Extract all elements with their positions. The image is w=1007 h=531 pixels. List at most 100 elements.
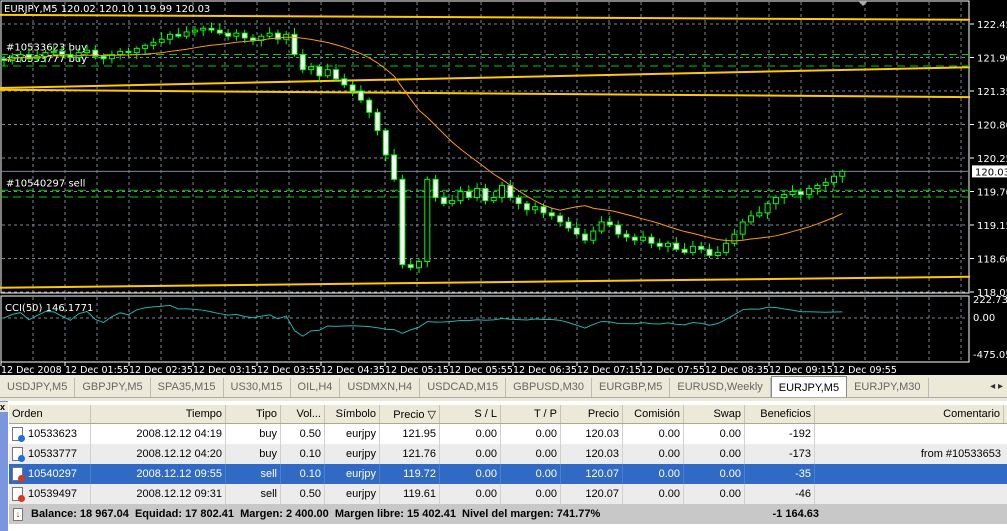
candle-body	[573, 227, 580, 235]
sell-order-icon	[12, 487, 25, 502]
price-tick-label: 119.15	[977, 221, 1007, 232]
column-header[interactable]: S / L	[440, 405, 501, 423]
candle-body	[117, 50, 124, 55]
tab-gbpjpy-m5[interactable]: GBPJPY,M5	[75, 378, 151, 397]
column-header[interactable]: Comisión	[623, 405, 684, 423]
candle-body	[59, 50, 66, 55]
candle-body	[324, 69, 331, 77]
price-chart[interactable]: 122.45 121.90 121.35 120.80 120.25 119.70 119.…	[0, 0, 1007, 375]
cell: 121.76	[380, 444, 440, 464]
candle-body	[797, 191, 804, 196]
cci-scale-label: 0.00	[973, 313, 995, 324]
trend-line	[0, 66, 971, 89]
column-header[interactable]: Tipo	[226, 405, 281, 423]
candle-body	[84, 49, 90, 54]
candle-body	[499, 184, 505, 199]
candle-body	[623, 233, 630, 238]
time-label: 12 Dec 03:15	[193, 365, 257, 375]
candle-body	[250, 37, 256, 41]
cell: -35	[745, 464, 815, 484]
tab-oil-h4[interactable]: OIL,H4	[291, 378, 341, 397]
order-row[interactable]: 10533777 2008.12.12 04:20 buy 0.10 eurjpy 121…	[9, 444, 1007, 464]
column-header[interactable]: Precio	[561, 405, 623, 423]
candle-body	[465, 191, 472, 199]
cell-value: eurjpy	[346, 488, 376, 500]
candle-body	[665, 242, 671, 247]
column-header[interactable]: Símbolo	[325, 405, 380, 423]
cell-value: 10533623	[28, 428, 77, 440]
cell-value: 119.61	[403, 488, 436, 500]
candle-body	[382, 130, 389, 156]
price-tick-label: 119.70	[977, 188, 1007, 199]
column-header[interactable]: Orden	[9, 405, 91, 423]
main-pane-border	[0, 0, 970, 294]
candle-body	[839, 170, 846, 177]
time-label: 12 Dec 08:35	[705, 365, 769, 375]
tab-us30-m15[interactable]: US30,M15	[224, 378, 291, 397]
column-header[interactable]: Tiempo	[91, 405, 226, 423]
tab-gbpusd-m30[interactable]: GBPUSD,M30	[506, 378, 593, 397]
order-row[interactable]: 10533623 2008.12.12 04:19 buy 0.50 eurjpy 121…	[9, 424, 1007, 444]
candle-body	[449, 200, 456, 205]
candle-body	[557, 215, 564, 223]
cell	[815, 464, 1004, 484]
tab-eurjpy-m5[interactable]: EURJPY,M5	[770, 376, 848, 397]
candle-body	[357, 90, 364, 101]
column-header[interactable]: T / P	[501, 405, 561, 423]
cell: 10539497	[9, 484, 91, 504]
tab-usdjpy-m5[interactable]: USDJPY,M5	[0, 378, 76, 397]
cell-value: buy	[259, 448, 277, 460]
candle-body	[756, 212, 763, 217]
cell: 0.00	[501, 444, 561, 464]
price-tick-label: 122.45	[977, 20, 1007, 31]
tab-eurjpy-m30[interactable]: EURJPY,M30	[847, 378, 929, 397]
tab-usdcad-m15[interactable]: USDCAD,M15	[420, 378, 507, 397]
column-header[interactable]: Comentario	[815, 405, 1004, 423]
candle-body	[333, 69, 339, 80]
buy-order-icon	[12, 447, 25, 462]
cell	[815, 484, 1004, 504]
time-label: 12 Dec 04:35	[321, 365, 385, 375]
tab-spa35-m15[interactable]: SPA35,M15	[151, 378, 224, 397]
tab-usdmxn-h4[interactable]: USDMXN,H4	[340, 378, 421, 397]
cell-value: 0.00	[658, 428, 680, 440]
cell-value: 2008.12.12 09:31	[136, 488, 222, 500]
candle-body	[681, 248, 688, 253]
cell-value: -173	[788, 448, 811, 460]
chart-shift-icon	[858, 1, 868, 6]
candle-body	[565, 221, 572, 229]
candle-body	[781, 194, 788, 199]
chart-title: EURJPY,M5 120.02 120.10 119.99 120.03	[4, 4, 210, 15]
column-header[interactable]: Beneficios	[745, 405, 815, 423]
tab-eurgbp-m5[interactable]: EURGBP,M5	[592, 378, 671, 397]
column-header[interactable]: Swap	[684, 405, 745, 423]
candle-body	[432, 178, 439, 199]
candle-body	[341, 78, 348, 86]
cell: 10533623	[9, 424, 91, 444]
cell-value: eurjpy	[346, 448, 376, 460]
candle-body	[440, 197, 447, 205]
total-profit: -1 164.63	[772, 508, 819, 520]
tab-eurusd-weekly[interactable]: EURUSD,Weekly	[670, 378, 771, 397]
order-row[interactable]: 10539497 2008.12.12 09:31 sell 0.50 eurjpy 11…	[9, 484, 1007, 504]
tab-scroll-arrows-icon[interactable]: ◂ ▸	[990, 381, 1003, 392]
column-header[interactable]: Precio ▽	[380, 405, 440, 423]
candle-body	[515, 197, 522, 205]
column-header[interactable]: Vol...	[281, 405, 325, 423]
cell: 0.50	[281, 484, 325, 504]
cell: eurjpy	[325, 484, 380, 504]
candle-body	[133, 47, 140, 54]
cell	[815, 424, 1004, 444]
price-tick-label: 120.25	[977, 154, 1007, 165]
candle-body	[233, 32, 240, 37]
time-label: 12 Dec 03:55	[257, 365, 321, 375]
close-terminal-button[interactable]: x	[0, 402, 8, 412]
candle-body	[150, 41, 157, 46]
balance-row: ↓ Balance: 18 967.04 Equidad: 17 802.41 …	[9, 504, 1007, 524]
cell: 0.00	[684, 444, 745, 464]
cell-value: 119.72	[403, 468, 436, 480]
cell-value: 120.07	[585, 488, 619, 500]
order-row[interactable]: 10540297 2008.12.12 09:55 sell 0.10 eurjpy 11…	[9, 464, 1007, 484]
cell-value: 0.00	[535, 448, 557, 460]
candle-body	[540, 206, 547, 214]
